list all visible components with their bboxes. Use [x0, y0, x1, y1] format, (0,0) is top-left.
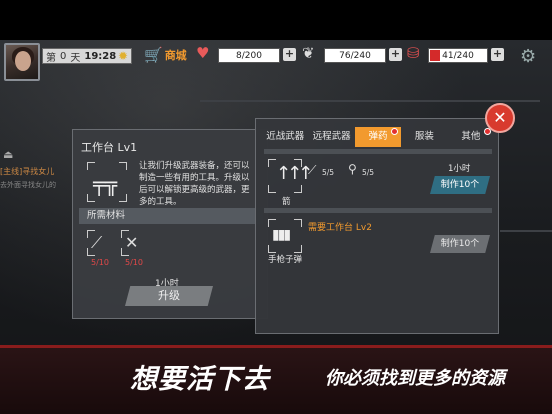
wrench-icon: ✕	[121, 230, 147, 256]
thirst-fill	[430, 50, 440, 61]
tab-melee[interactable]: 近战武器	[262, 127, 308, 147]
screw-icon: ⚲	[348, 162, 357, 176]
quest-title[interactable]: [主线]寻找女儿	[0, 166, 80, 177]
item-name-arrow: 箭	[282, 197, 291, 207]
add-food-button[interactable]: +	[389, 48, 402, 61]
arrow-item-icon[interactable]: ↑↑↑	[268, 159, 313, 193]
day-number: 0	[60, 50, 67, 62]
material-count: 5/10	[91, 258, 109, 267]
row-divider	[264, 208, 492, 213]
tab-clothing[interactable]: 服装	[401, 127, 447, 147]
slogan-main: 想要活下去	[130, 364, 270, 395]
thirst-bar: 41/240	[428, 48, 488, 63]
material-count: 5/5	[362, 168, 375, 177]
category-tabs: 近战武器 远程武器 弹药 服装 其他	[262, 127, 494, 147]
heart-icon: ♥	[196, 44, 210, 62]
upgrade-button[interactable]: 升级	[125, 286, 213, 306]
item-name-pistol-ammo: 手枪子弹	[268, 255, 303, 265]
cart-icon: 🛒	[144, 46, 163, 64]
workbench-panel: 工作台 Lv1 ╤╦ 让我们升级武器装备，还可以制造一些有用的工具。升级以后可以…	[72, 129, 268, 319]
eject-icon[interactable]: ⏏	[3, 148, 17, 162]
tab-other-label: 其他	[461, 131, 481, 142]
craft-ammo-button[interactable]: 制作10个	[430, 235, 490, 253]
health-bar: 8/200	[218, 48, 280, 63]
crafting-panel: 近战武器 远程武器 弹药 服装 其他 ↑↑↑ 箭 ⟋ 5/5 ⚲ 5/5 1小时…	[255, 118, 499, 334]
workbench-description: 让我们升级武器装备，还可以制造一些有用的工具。升级以后可以解锁更高级的武器，更多…	[139, 161, 250, 207]
shop-label: 商城	[164, 49, 187, 62]
water-icon: ⛁	[407, 44, 420, 62]
thirst-value: 41/240	[442, 50, 474, 61]
clock-time: 19:28	[84, 50, 117, 62]
bullet-item-icon[interactable]: ▮▮▮	[268, 219, 302, 253]
day-label: 第	[46, 52, 56, 64]
workbench-title: 工作台 Lv1	[81, 141, 138, 154]
tab-ranged[interactable]: 远程武器	[308, 127, 354, 147]
tab-ammo-label: 弹药	[368, 131, 388, 142]
material-count: 5/10	[125, 258, 143, 267]
top-letterbox	[0, 0, 552, 40]
slogan-sub: 你必须找到更多的资源	[325, 368, 505, 389]
bed-frame	[500, 230, 552, 232]
shop-button[interactable]: 🛒 商城	[144, 46, 187, 64]
wall-rail	[200, 100, 540, 102]
stomach-value: 76/240	[339, 50, 371, 61]
tab-ammo[interactable]: 弹药	[354, 127, 402, 147]
gear-icon[interactable]: ⚙	[520, 46, 536, 67]
requirement-text: 需要工作台 Lv2	[308, 223, 372, 233]
stomach-bar: 76/240	[324, 48, 386, 63]
craft-arrow-button[interactable]: 制作10个	[430, 176, 490, 194]
notification-dot	[391, 128, 399, 135]
day-suffix: 天	[70, 52, 81, 64]
workbench-icon: ╤╦	[87, 162, 127, 202]
hud-bar: 第 0 天 19:28 ✹ 🛒 商城 ♥ 8/200 + ❦ 76/240 + …	[0, 40, 552, 81]
pipe-icon: ⟋	[87, 230, 113, 256]
quest-desc: 去外面寻找女儿的	[0, 181, 56, 189]
sun-icon: ✹	[118, 49, 129, 63]
add-water-button[interactable]: +	[491, 48, 504, 61]
close-button[interactable]: ✕	[485, 103, 515, 133]
tab-other[interactable]: 其他	[448, 127, 494, 147]
banner-divider	[0, 345, 552, 348]
player-avatar[interactable]	[4, 43, 40, 81]
add-health-button[interactable]: +	[283, 48, 296, 61]
material-count: 5/5	[322, 168, 335, 177]
craft-time: 1小时	[448, 164, 471, 174]
stomach-icon: ❦	[302, 44, 315, 62]
row-divider	[264, 149, 492, 154]
required-materials-header: 所需材料	[79, 208, 263, 224]
pipe-icon: ⟋	[308, 163, 317, 177]
